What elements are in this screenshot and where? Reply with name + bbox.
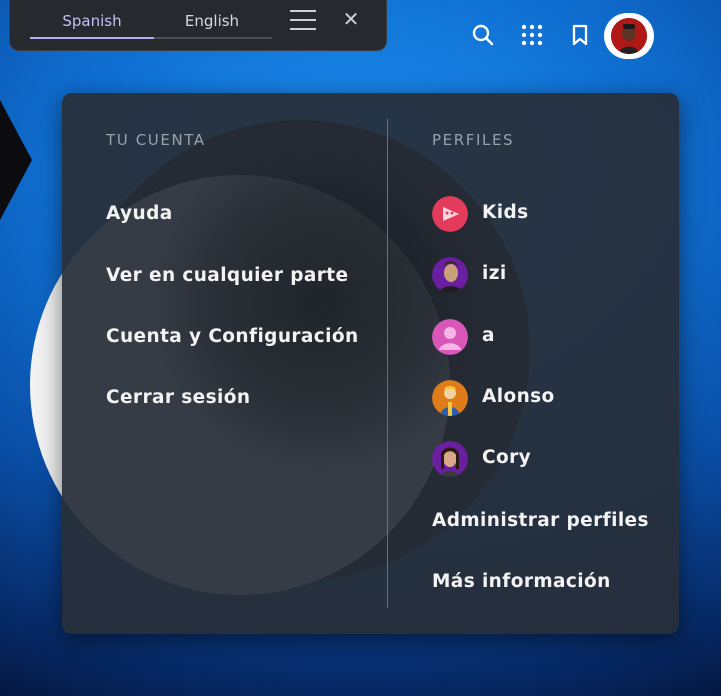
more-info-link[interactable]: Más información <box>432 571 611 592</box>
profile-name: Kids <box>482 202 529 223</box>
apps-grid-icon[interactable] <box>519 22 545 48</box>
profile-avatar-button[interactable] <box>604 13 654 59</box>
background-art-spike <box>0 100 32 220</box>
translator-toolbar: Spanish English ✕ <box>9 0 387 51</box>
profiles-section-title: PERFILES <box>432 131 515 149</box>
sign-out-link[interactable]: Cerrar sesión <box>106 387 250 408</box>
watch-anywhere-link[interactable]: Ver en cualquier parte <box>106 265 348 286</box>
profile-name: Alonso <box>482 386 555 407</box>
tab-spanish[interactable]: Spanish <box>30 11 154 37</box>
tab-english[interactable]: English <box>150 11 274 37</box>
account-menu-panel: TU CUENTA Ayuda Ver en cualquier parte C… <box>62 93 679 634</box>
default-user-avatar-icon <box>432 319 468 355</box>
tab-active-indicator <box>30 37 154 39</box>
manage-profiles-link[interactable]: Administrar perfiles <box>432 510 649 531</box>
cory-avatar-icon <box>432 441 468 477</box>
profile-name: Cory <box>482 447 532 468</box>
account-settings-link[interactable]: Cuenta y Configuración <box>106 326 359 347</box>
help-link[interactable]: Ayuda <box>106 203 173 224</box>
izi-avatar-icon <box>432 257 468 293</box>
avatar <box>611 18 647 54</box>
bookmark-icon[interactable] <box>567 22 593 48</box>
menu-icon[interactable] <box>290 10 316 32</box>
profile-name: a <box>482 325 495 346</box>
search-icon[interactable] <box>470 22 496 48</box>
account-section-title: TU CUENTA <box>106 131 206 149</box>
profile-name: izi <box>482 263 507 284</box>
kids-avatar-icon <box>432 196 468 232</box>
alonso-avatar-icon <box>432 380 468 416</box>
column-divider <box>387 119 388 608</box>
close-icon[interactable]: ✕ <box>340 8 362 30</box>
